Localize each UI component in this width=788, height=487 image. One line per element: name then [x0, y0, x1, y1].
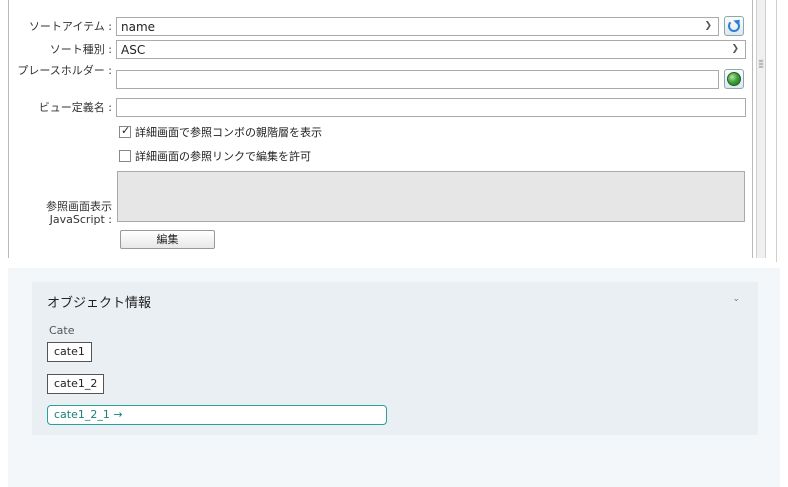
vertical-scrollbar[interactable]: ═ ═ ═ [756, 0, 766, 258]
refresh-icon [728, 20, 740, 32]
globe-button[interactable] [724, 69, 744, 89]
cate-item: cate1 [47, 342, 92, 362]
refresh-button[interactable] [724, 16, 744, 36]
js-label: 参照画面表示JavaScript : [46, 200, 112, 226]
allow-edit-checkbox-row[interactable]: 詳細画面の参照リンクで編集を許可 [119, 148, 311, 164]
placeholder-input[interactable] [116, 70, 719, 89]
show-parent-checkbox[interactable] [119, 124, 131, 138]
view-def-label: ビュー定義名 : [38, 101, 112, 114]
object-info-title: オブジェクト情報 [47, 296, 152, 311]
chevron-down-icon[interactable]: ⌄ [732, 294, 740, 304]
object-info-card: オブジェクト情報 ⌄ Cate cate1 cate1_2 cate1_2_1 … [32, 282, 758, 435]
sort-type-label: ソート種別 : [49, 43, 112, 56]
cate-field-label: Cate [49, 324, 75, 337]
chevron-down-icon: ❯ [704, 21, 712, 31]
sort-item-select[interactable]: name ❯ [116, 17, 719, 36]
js-code-area[interactable] [117, 171, 745, 222]
chevron-down-icon: ❯ [731, 44, 739, 54]
edit-button[interactable]: 編集 [120, 230, 215, 249]
scroll-grip-icon[interactable]: ═ ═ ═ [758, 58, 764, 71]
allow-edit-label: 詳細画面の参照リンクで編集を許可 [135, 150, 311, 163]
sort-item-value: name [121, 20, 156, 34]
sort-item-label: ソートアイテム : [28, 20, 112, 33]
show-parent-label: 詳細画面で参照コンボの親階層を表示 [135, 126, 322, 139]
globe-icon [727, 72, 741, 86]
sort-type-select[interactable]: ASC ❯ [116, 40, 746, 59]
panel-border-right [752, 0, 753, 258]
sort-type-value: ASC [121, 43, 146, 57]
outer-edge [776, 0, 777, 262]
show-parent-checkbox-row[interactable]: 詳細画面で参照コンボの親階層を表示 [119, 124, 322, 140]
panel-border-left [8, 0, 9, 258]
cate-item: cate1_2 [47, 374, 105, 394]
property-form-panel: ═ ═ ═ ソートアイテム : name ❯ ソート種別 : ASC ❯ プレースホ… [0, 0, 788, 262]
view-def-input[interactable] [116, 98, 746, 117]
allow-edit-checkbox[interactable] [119, 150, 131, 162]
cate-link[interactable]: cate1_2_1 → [47, 405, 387, 425]
placeholder-label: プレースホルダー : [17, 64, 112, 77]
